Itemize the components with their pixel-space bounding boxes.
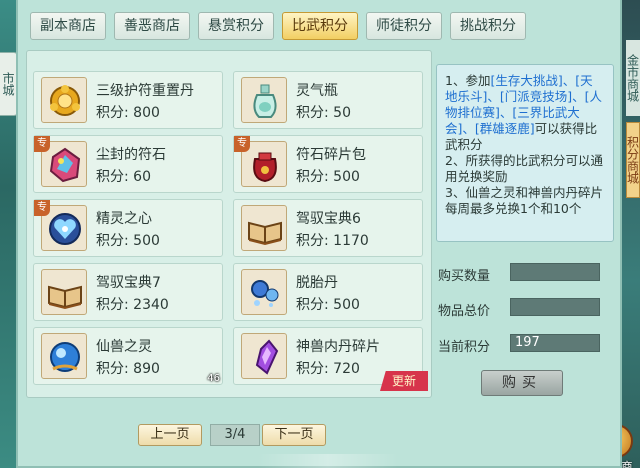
item-score: 积分: 890: [96, 361, 160, 377]
gold-amulet-icon: [41, 77, 87, 123]
total-price-label: 物品总价: [438, 304, 491, 319]
item-name: 尘封的符石: [96, 147, 166, 163]
item-slot[interactable]: 专 精灵之心 积分: 500: [33, 199, 223, 257]
new-badge: 更新: [380, 371, 428, 391]
tab-challenge-points[interactable]: 挑战积分: [450, 12, 526, 40]
total-price-value: [510, 298, 600, 316]
item-score: 积分: 500: [296, 169, 360, 185]
current-points-label: 当前积分: [438, 340, 491, 355]
item-name: 驾驭宝典7: [96, 275, 161, 291]
shop-tabs: 副本商店 善恶商店 悬赏积分 比武积分 师徒积分 挑战积分: [30, 12, 526, 42]
exclusive-tag: 专: [234, 136, 250, 152]
tab-mentor-points[interactable]: 师徒积分: [366, 12, 442, 40]
page-indicator: 3/4: [210, 424, 260, 446]
item-name: 仙兽之灵: [96, 339, 152, 355]
item-score: 积分: 2340: [96, 297, 169, 313]
item-slot[interactable]: 灵气瓶 积分: 50: [233, 71, 423, 129]
tab-bounty-points[interactable]: 悬赏积分: [198, 12, 274, 40]
book-icon: [41, 269, 87, 315]
item-slot[interactable]: 46 仙兽之灵 积分: 890: [33, 327, 223, 385]
item-name: 精灵之心: [96, 211, 152, 227]
current-points-value: 197: [510, 334, 600, 352]
item-slot[interactable]: 驾驭宝典7 积分: 2340: [33, 263, 223, 321]
item-score: 积分: 50: [296, 105, 351, 121]
duel-points-info: 1、参加[生存大挑战]、[天地乐斗]、[门派竞技场]、[人物排位赛]、[三界比武…: [436, 64, 614, 242]
prev-page-button[interactable]: 上一页: [138, 424, 202, 446]
beast-orb-icon: [41, 333, 87, 379]
exclusive-tag: 专: [34, 200, 50, 216]
info-line-1: 1、参加[生存大挑战]、[天地乐斗]、[门派竞技场]、[人物排位赛]、[三界比武…: [445, 73, 603, 152]
next-page-button[interactable]: 下一页: [262, 424, 326, 446]
item-slot[interactable]: 专 符石碎片包 积分: 500: [233, 135, 423, 193]
info-line-3: 3、仙兽之灵和神兽内丹碎片每周最多兑换1个和10个: [445, 185, 603, 216]
tab-duel-points[interactable]: 比武积分: [282, 12, 358, 40]
exclusive-tag: 专: [34, 136, 50, 152]
item-slot[interactable]: 三级护符重置丹 积分: 800: [33, 71, 223, 129]
item-score: 积分: 500: [296, 297, 360, 313]
info-line-2: 2、所获得的比武积分可以通用兑换奖励: [445, 153, 603, 184]
side-tab-gold-mall[interactable]: 金市商城: [626, 40, 640, 116]
stack-count: 46: [207, 373, 220, 384]
book-icon: [241, 205, 287, 251]
buy-button[interactable]: 购买: [481, 370, 563, 396]
tab-karma-shop[interactable]: 善恶商店: [114, 12, 190, 40]
item-name: 驾驭宝典6: [296, 211, 361, 227]
item-score: 积分: 1170: [296, 233, 369, 249]
tab-dungeon-shop[interactable]: 副本商店: [30, 12, 106, 40]
item-score: 积分: 500: [96, 233, 160, 249]
shop-panel: 副本商店 善恶商店 悬赏积分 比武积分 师徒积分 挑战积分 三级护符重置丹 积分…: [16, 0, 622, 468]
item-list: 三级护符重置丹 积分: 800 灵气瓶 积分: 50 专 尘封的符石 积分: 6…: [26, 50, 432, 398]
spirit-vase-icon: [241, 77, 287, 123]
item-slot[interactable]: 脱胎丹 积分: 500: [233, 263, 423, 321]
quantity-label: 购买数量: [438, 269, 491, 284]
quantity-input[interactable]: [510, 263, 600, 281]
item-slot[interactable]: 驾驭宝典6 积分: 1170: [233, 199, 423, 257]
item-score: 积分: 800: [96, 105, 160, 121]
item-score: 积分: 60: [96, 169, 151, 185]
item-slot[interactable]: 专 尘封的符石 积分: 60: [33, 135, 223, 193]
item-score: 积分: 720: [296, 361, 360, 377]
bottom-decoration: [258, 454, 398, 468]
item-name: 符石碎片包: [296, 147, 366, 163]
item-slot[interactable]: 130 神兽内丹碎片 积分: 720 更新: [233, 327, 428, 391]
item-name: 三级护符重置丹: [96, 83, 194, 99]
pill-icon: [241, 269, 287, 315]
item-name: 脱胎丹: [296, 275, 338, 291]
item-name: 灵气瓶: [296, 83, 338, 99]
item-name: 神兽内丹碎片: [296, 339, 380, 355]
side-tab-points-mall[interactable]: 积分商城: [626, 122, 640, 198]
crystal-shard-icon: [241, 333, 287, 379]
